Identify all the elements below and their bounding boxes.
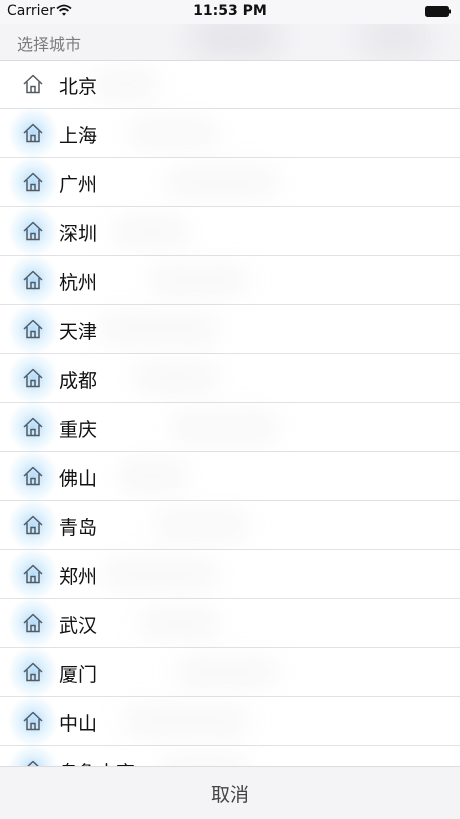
city-row[interactable]: 重庆 — [0, 401, 460, 453]
home-icon — [23, 515, 43, 535]
home-icon — [23, 123, 43, 143]
home-icon — [23, 368, 43, 388]
city-label: 北京 — [59, 76, 98, 98]
home-icon — [23, 613, 43, 633]
home-icon — [23, 74, 43, 94]
city-list[interactable]: 北京上海广州深圳杭州天津成都重庆佛山青岛郑州武汉厦门中山乌鲁木齐 — [0, 60, 460, 766]
city-label: 天津 — [59, 321, 98, 343]
city-row[interactable]: 青岛 — [0, 499, 460, 551]
city-label: 武汉 — [59, 615, 98, 637]
home-icon — [23, 711, 43, 731]
city-label: 广州 — [59, 174, 98, 196]
home-icon — [23, 564, 43, 584]
city-row[interactable]: 武汉 — [0, 597, 460, 649]
home-icon — [23, 319, 43, 339]
city-row[interactable]: 深圳 — [0, 205, 460, 257]
city-row[interactable]: 天津 — [0, 303, 460, 355]
city-row[interactable]: 佛山 — [0, 450, 460, 502]
home-icon — [23, 221, 43, 241]
city-row[interactable]: 中山 — [0, 695, 460, 747]
city-label: 深圳 — [59, 223, 98, 245]
status-bar: Carrier 11:53 PM — [0, 0, 460, 24]
picker-header: 选择城市 — [0, 24, 460, 61]
city-row[interactable]: 厦门 — [0, 646, 460, 698]
cancel-bar: 取消 — [0, 766, 460, 819]
battery-icon — [425, 6, 451, 17]
cancel-button[interactable]: 取消 — [0, 767, 460, 819]
city-row[interactable]: 成都 — [0, 352, 460, 404]
city-label: 上海 — [59, 125, 98, 147]
city-row[interactable]: 乌鲁木齐 — [0, 744, 460, 766]
city-label: 乌鲁木齐 — [59, 758, 135, 766]
picker-title: 选择城市 — [17, 35, 82, 54]
city-row[interactable]: 郑州 — [0, 548, 460, 600]
home-icon — [23, 172, 43, 192]
city-label: 重庆 — [59, 419, 98, 441]
city-label: 杭州 — [59, 272, 98, 294]
home-icon — [23, 466, 43, 486]
city-label: 厦门 — [59, 664, 98, 686]
city-label: 佛山 — [59, 468, 98, 490]
city-label: 青岛 — [59, 517, 98, 539]
city-row[interactable]: 广州 — [0, 156, 460, 208]
home-icon — [23, 417, 43, 437]
city-label: 中山 — [59, 713, 98, 735]
home-icon — [23, 270, 43, 290]
home-icon — [23, 662, 43, 682]
city-label: 成都 — [59, 370, 98, 392]
city-row[interactable]: 杭州 — [0, 254, 460, 306]
city-label: 郑州 — [59, 566, 98, 588]
clock: 11:53 PM — [193, 3, 267, 19]
city-row[interactable]: 北京 — [0, 60, 460, 109]
home-icon — [27, 760, 39, 766]
city-row[interactable]: 上海 — [0, 107, 460, 159]
